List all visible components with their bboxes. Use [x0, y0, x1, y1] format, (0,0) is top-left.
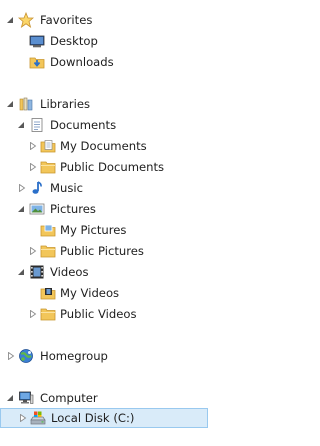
- tree-item-label: Libraries: [40, 97, 91, 111]
- computer-icon: [18, 390, 34, 406]
- expanded-arrow-icon[interactable]: [6, 100, 14, 108]
- tree-item-label: Pictures: [50, 202, 96, 216]
- collapsed-arrow-icon[interactable]: [29, 142, 37, 150]
- navigation-tree: Favorites Desktop Downloads Libraries Do…: [0, 0, 208, 446]
- tree-item-label: Favorites: [40, 13, 93, 27]
- tree-item-documents[interactable]: Documents: [0, 115, 208, 135]
- downloads-folder-icon: [29, 54, 45, 70]
- my-pictures-folder-icon: [40, 222, 56, 238]
- expanded-arrow-icon[interactable]: [6, 394, 14, 402]
- tree-item-label: My Documents: [60, 139, 147, 153]
- collapsed-arrow-icon[interactable]: [7, 352, 15, 360]
- homegroup-icon: [18, 348, 34, 364]
- tree-item-desktop[interactable]: Desktop: [0, 31, 208, 51]
- tree-item-my-documents[interactable]: My Documents: [0, 136, 208, 156]
- tree-item-label: Documents: [50, 118, 117, 132]
- pictures-library-icon: [29, 201, 45, 217]
- tree-item-label: Desktop: [50, 34, 98, 48]
- tree-item-libraries[interactable]: Libraries: [0, 94, 208, 114]
- folder-icon: [40, 243, 56, 259]
- tree-item-label: Local Disk (C:): [51, 411, 135, 425]
- collapsed-arrow-icon[interactable]: [29, 163, 37, 171]
- star-icon: [18, 12, 34, 28]
- folder-icon: [40, 159, 56, 175]
- local-disk-icon: [30, 410, 46, 426]
- collapsed-arrow-icon[interactable]: [29, 310, 37, 318]
- expanded-arrow-icon[interactable]: [17, 205, 25, 213]
- tree-item-label: My Videos: [60, 286, 120, 300]
- libraries-icon: [18, 96, 34, 112]
- tree-item-public-pictures[interactable]: Public Pictures: [0, 241, 208, 261]
- documents-library-icon: [29, 117, 45, 133]
- expanded-arrow-icon[interactable]: [6, 16, 14, 24]
- tree-item-public-videos[interactable]: Public Videos: [0, 304, 208, 324]
- tree-item-label: My Pictures: [60, 223, 127, 237]
- tree-item-local-disk-c[interactable]: Local Disk (C:): [0, 408, 208, 428]
- tree-item-public-documents[interactable]: Public Documents: [0, 157, 208, 177]
- tree-item-label: Computer: [40, 391, 98, 405]
- tree-item-favorites[interactable]: Favorites: [0, 10, 208, 30]
- tree-item-downloads[interactable]: Downloads: [0, 52, 208, 72]
- film-strip-icon: [29, 264, 45, 280]
- my-documents-folder-icon: [40, 138, 56, 154]
- expanded-arrow-icon[interactable]: [17, 121, 25, 129]
- tree-item-label: Videos: [50, 265, 89, 279]
- tree-item-pictures[interactable]: Pictures: [0, 199, 208, 219]
- tree-item-computer[interactable]: Computer: [0, 388, 208, 408]
- collapsed-arrow-icon[interactable]: [18, 184, 26, 192]
- tree-item-music[interactable]: Music: [0, 178, 208, 198]
- folder-icon: [40, 306, 56, 322]
- collapsed-arrow-icon[interactable]: [29, 247, 37, 255]
- tree-item-my-pictures[interactable]: My Pictures: [0, 220, 208, 240]
- tree-item-label: Public Videos: [60, 307, 137, 321]
- tree-item-homegroup[interactable]: Homegroup: [0, 346, 208, 366]
- tree-item-my-videos[interactable]: My Videos: [0, 283, 208, 303]
- tree-item-label: Homegroup: [40, 349, 108, 363]
- tree-item-label: Public Documents: [60, 160, 165, 174]
- collapsed-arrow-icon[interactable]: [19, 414, 27, 422]
- tree-item-label: Public Pictures: [60, 244, 144, 258]
- desktop-icon: [29, 33, 45, 49]
- tree-item-videos[interactable]: Videos: [0, 262, 208, 282]
- expanded-arrow-icon[interactable]: [17, 268, 25, 276]
- music-note-icon: [29, 180, 45, 196]
- tree-item-label: Music: [50, 181, 83, 195]
- tree-item-label: Downloads: [50, 55, 114, 69]
- my-videos-folder-icon: [40, 285, 56, 301]
